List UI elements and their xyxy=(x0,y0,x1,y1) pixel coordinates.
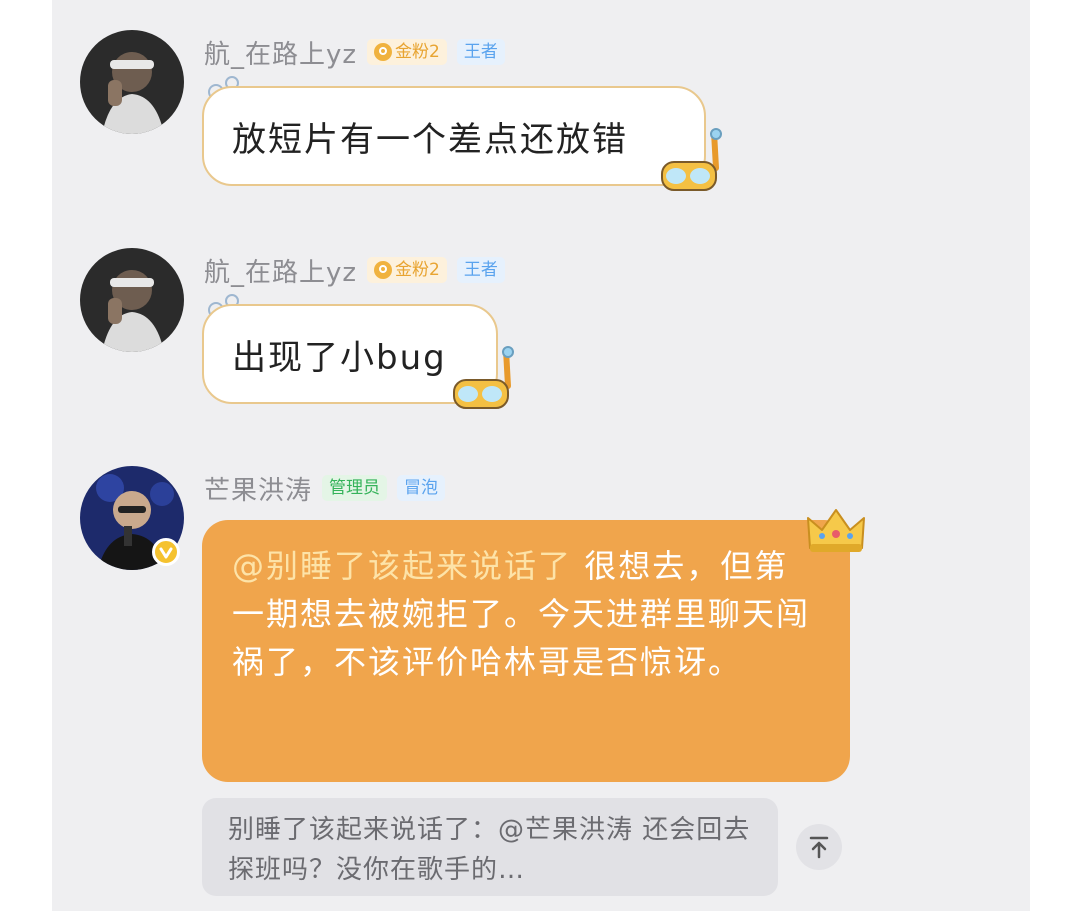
fan-level-badge: 金粉2 xyxy=(367,257,447,283)
crown-icon xyxy=(807,509,865,552)
message-header: 航_在路上yz 金粉2 王者 xyxy=(204,32,505,72)
message-bubble[interactable]: @别睡了该起来说话了 很想去，但第一期想去被婉拒了。今天进群里聊天闯祸了，不该评… xyxy=(202,520,850,782)
quoted-reply[interactable]: 别睡了该起来说话了：@芒果洪涛 还会回去探班吗？没你在歌手的… xyxy=(202,798,778,896)
message-header: 航_在路上yz 金粉2 王者 xyxy=(204,250,505,290)
badge-label: 金粉2 xyxy=(395,42,440,62)
message-text: 出现了小bug xyxy=(232,337,447,378)
avatar[interactable] xyxy=(80,248,184,352)
username[interactable]: 航_在路上yz xyxy=(204,34,357,71)
arrow-up-to-top-icon xyxy=(809,836,829,859)
mention-link[interactable]: @别睡了该起来说话了 xyxy=(232,547,572,585)
fan-heart-icon xyxy=(374,261,393,279)
message-header: 芒果洪涛 管理员 冒泡 xyxy=(204,468,446,508)
admin-badge: 管理员 xyxy=(322,475,388,501)
rank-badge: 王者 xyxy=(456,39,505,65)
fan-heart-icon xyxy=(374,43,393,61)
avatar[interactable] xyxy=(80,30,184,134)
quoted-text: 别睡了该起来说话了：@芒果洪涛 还会回去探班吗？没你在歌手的… xyxy=(228,815,751,885)
snorkel-goggles-icon xyxy=(453,346,514,409)
chat-panel: 航_在路上yz 金粉2 王者 放短片有一个差点还放错 航_在路上yz 金粉2 王… xyxy=(52,0,1030,911)
rank-badge: 王者 xyxy=(456,257,505,283)
verified-v-icon xyxy=(152,538,180,566)
message-bubble[interactable]: 放短片有一个差点还放错 xyxy=(202,86,706,186)
scroll-to-top-button[interactable] xyxy=(796,824,842,870)
message-text: 放短片有一个差点还放错 xyxy=(232,119,628,160)
badge-label: 金粉2 xyxy=(395,260,440,280)
fan-level-badge: 金粉2 xyxy=(367,39,447,65)
snorkel-goggles-icon xyxy=(661,128,722,191)
username[interactable]: 芒果洪涛 xyxy=(204,470,312,507)
rank-badge: 冒泡 xyxy=(397,475,446,501)
username[interactable]: 航_在路上yz xyxy=(204,252,357,289)
